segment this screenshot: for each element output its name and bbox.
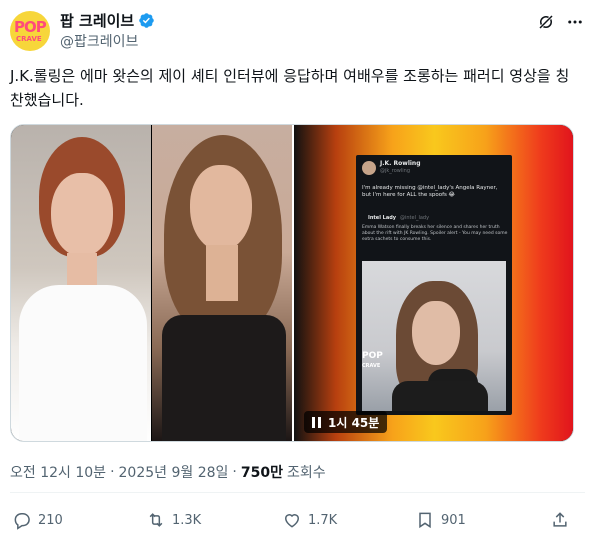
repost-icon — [149, 513, 163, 527]
face-shape — [190, 165, 252, 251]
views-count: 750만 — [240, 465, 283, 481]
top-shape — [392, 381, 488, 411]
verified-badge-icon — [139, 13, 154, 28]
like-count: 1.7K — [308, 512, 338, 528]
embedded-tweet: J.K. Rowling @jk_rowling I'm already mis… — [356, 155, 512, 415]
tweet-meta: 오전 12시 10분 · 2025년 9월 28일 · 750만 조회수 — [10, 462, 326, 482]
more-icon[interactable] — [565, 13, 585, 31]
avatar-logo-top: POP — [14, 18, 47, 36]
pop-crave-logo: POP CRAVE — [362, 352, 383, 371]
photo-watson[interactable] — [152, 125, 292, 441]
face-shape — [51, 173, 113, 257]
share-button[interactable] — [550, 510, 570, 530]
repost-count: 1.3K — [172, 512, 202, 528]
name-row: 팝 크레이브 — [60, 10, 155, 31]
video-timestamp[interactable]: 1시 45분 — [304, 411, 388, 433]
video-player[interactable]: J.K. Rowling @jk_rowling I'm already mis… — [294, 125, 573, 441]
tweet-header: POP CRAVE 팝 크레이브 @팝크레이브 — [10, 9, 585, 53]
media-grid: J.K. Rowling @jk_rowling I'm already mis… — [10, 124, 574, 442]
divider-line — [10, 492, 585, 493]
views-label: 조회수 — [286, 465, 326, 481]
grok-icon[interactable] — [537, 13, 555, 31]
top-shape — [162, 315, 286, 441]
reply-button[interactable]: 210 — [12, 510, 63, 530]
meta-separator: · — [232, 464, 237, 480]
tweet-time[interactable]: 오전 12시 10분 — [10, 462, 106, 482]
repost-button[interactable]: 1.3K — [146, 510, 201, 530]
pause-icon[interactable] — [312, 416, 322, 428]
embedded-quote-handle: @intel_lady — [400, 215, 430, 221]
tweet-text: J.K.롤링은 에마 왓슨의 제이 셰티 인터뷰에 응답하며 여배우를 조롱하는… — [10, 67, 570, 109]
avatar[interactable]: POP CRAVE — [10, 11, 50, 51]
reply-count: 210 — [38, 512, 63, 528]
embedded-quote-text: Emma Watson finally breaks her silence a… — [362, 225, 508, 242]
logo-bottom-text: CRAVE — [362, 363, 381, 369]
embedded-handle: @jk_rowling — [380, 168, 410, 174]
embedded-quote-name: Intel Lady — [368, 215, 397, 221]
video-duration: 1시 45분 — [328, 415, 380, 430]
neck-shape — [206, 245, 238, 301]
bookmark-button[interactable]: 901 — [415, 510, 466, 530]
like-button[interactable]: 1.7K — [282, 510, 337, 530]
bookmark-count: 901 — [441, 512, 466, 528]
face-shape — [412, 301, 460, 365]
reply-icon — [14, 513, 30, 530]
embedded-text: I'm already missing @intel_lady's Angela… — [362, 185, 498, 198]
top-shape — [19, 285, 147, 441]
meta-separator: · — [110, 464, 115, 480]
logo-top-text: POP — [362, 351, 383, 361]
photo-rowling[interactable] — [11, 125, 151, 441]
avatar-logo-bottom: CRAVE — [16, 35, 42, 43]
handle[interactable]: @팝크레이브 — [60, 31, 138, 51]
display-name[interactable]: 팝 크레이브 — [60, 10, 134, 31]
tweet-date[interactable]: 2025년 9월 28일 — [119, 462, 229, 482]
like-icon — [284, 514, 300, 528]
embedded-name: J.K. Rowling — [380, 160, 421, 167]
action-bar: 210 1.3K 1.7K 901 — [0, 506, 595, 536]
embedded-video: POP CRAVE — [362, 261, 506, 411]
embedded-avatar — [362, 161, 376, 175]
share-icon — [553, 512, 567, 527]
bookmark-icon — [419, 512, 431, 529]
